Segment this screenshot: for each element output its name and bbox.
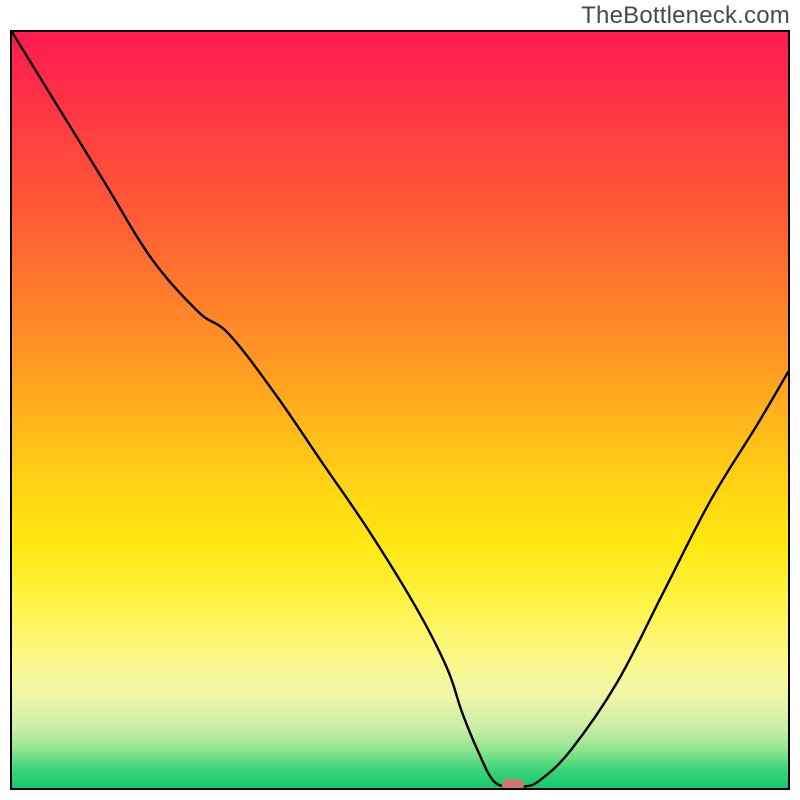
bottleneck-curve [12, 32, 788, 787]
watermark-text: TheBottleneck.com [581, 2, 790, 30]
optimal-marker [502, 779, 524, 790]
plot-area [10, 30, 790, 790]
curve-svg [12, 32, 788, 788]
chart-container: TheBottleneck.com [0, 0, 800, 800]
